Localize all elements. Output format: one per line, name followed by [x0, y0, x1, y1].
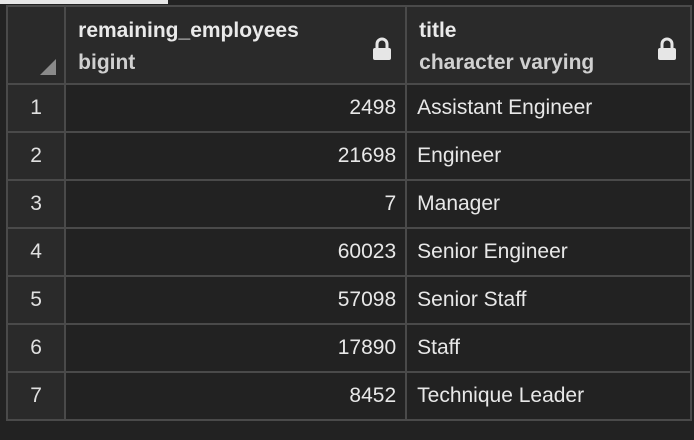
- query-result-panel: remaining_employees bigint title charact…: [0, 0, 694, 440]
- cell-remaining-employees[interactable]: 8452: [64, 371, 408, 421]
- cell-title[interactable]: Technique Leader: [405, 371, 692, 421]
- column-header-remaining-employees[interactable]: remaining_employees bigint: [64, 5, 408, 85]
- row-number[interactable]: 1: [5, 83, 67, 133]
- lock-icon: [373, 37, 392, 60]
- cell-title[interactable]: Manager: [405, 179, 692, 229]
- row-number[interactable]: 3: [5, 179, 67, 229]
- row-number[interactable]: 5: [5, 275, 67, 325]
- row-number[interactable]: 2: [5, 131, 67, 181]
- cell-title[interactable]: Assistant Engineer: [405, 83, 692, 133]
- cell-title[interactable]: Staff: [405, 323, 692, 373]
- table-row[interactable]: 5 57098 Senior Staff: [5, 275, 692, 325]
- lock-icon: [658, 37, 676, 60]
- cell-title[interactable]: Engineer: [405, 131, 692, 181]
- cell-remaining-employees[interactable]: 60023: [64, 227, 408, 277]
- table-row[interactable]: 7 8452 Technique Leader: [5, 371, 692, 421]
- column-type: character varying: [419, 51, 595, 74]
- select-all-corner[interactable]: [5, 5, 67, 85]
- column-name: title: [419, 19, 457, 42]
- row-number[interactable]: 6: [5, 323, 67, 373]
- cell-remaining-employees[interactable]: 7: [64, 179, 408, 229]
- column-header-title[interactable]: title character varying: [405, 5, 692, 85]
- table-row[interactable]: 2 21698 Engineer: [5, 131, 692, 181]
- table-row[interactable]: 3 7 Manager: [5, 179, 692, 229]
- cell-remaining-employees[interactable]: 2498: [64, 83, 408, 133]
- cell-title[interactable]: Senior Engineer: [405, 227, 692, 277]
- result-tab-indicator[interactable]: [0, 0, 168, 4]
- column-type: bigint: [78, 51, 136, 74]
- cell-remaining-employees[interactable]: 17890: [64, 323, 408, 373]
- result-grid: remaining_employees bigint title charact…: [5, 5, 692, 421]
- cell-remaining-employees[interactable]: 57098: [64, 275, 408, 325]
- cell-remaining-employees[interactable]: 21698: [64, 131, 408, 181]
- sort-corner-icon: [40, 59, 57, 75]
- column-name: remaining_employees: [78, 19, 299, 42]
- row-number[interactable]: 7: [5, 371, 67, 421]
- cell-title[interactable]: Senior Staff: [405, 275, 692, 325]
- table-row[interactable]: 1 2498 Assistant Engineer: [5, 83, 692, 133]
- table-row[interactable]: 4 60023 Senior Engineer: [5, 227, 692, 277]
- table-row[interactable]: 6 17890 Staff: [5, 323, 692, 373]
- row-number[interactable]: 4: [5, 227, 67, 277]
